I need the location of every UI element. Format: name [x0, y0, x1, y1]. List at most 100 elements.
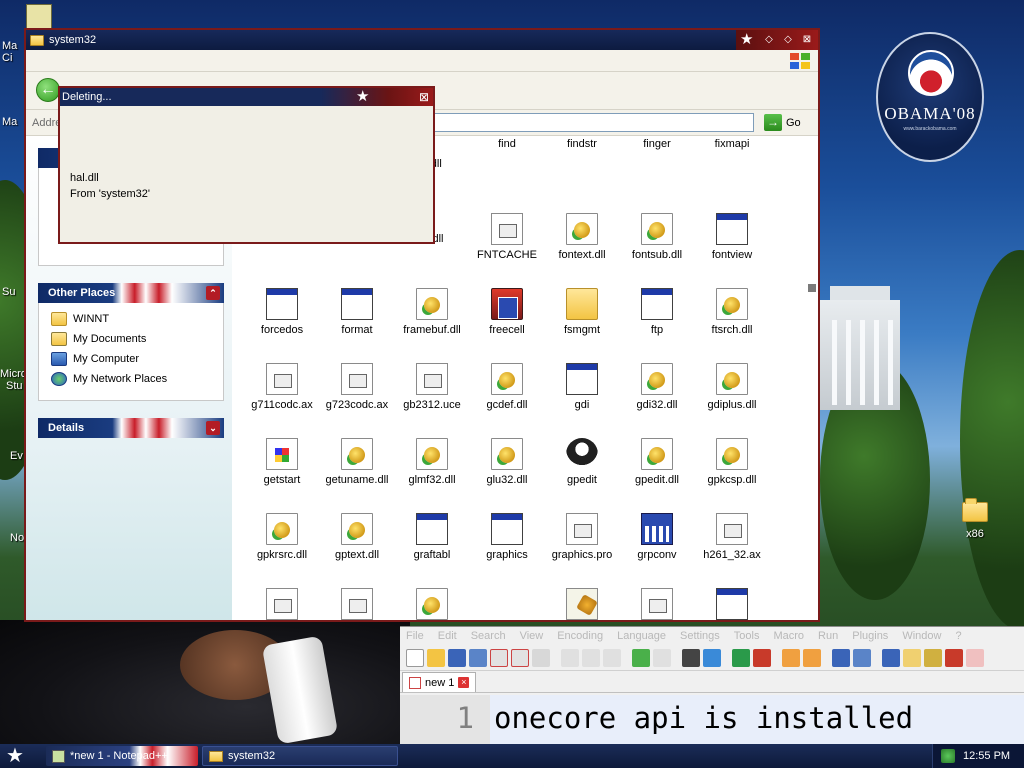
menu-search[interactable]: Search [471, 630, 506, 642]
taskbar-button-system32[interactable]: system32 [202, 746, 398, 766]
file-item[interactable]: g711codc.ax [244, 363, 320, 411]
place-my-computer[interactable]: My Computer [39, 349, 223, 369]
sync-h-icon[interactable] [803, 648, 821, 667]
file-item[interactable]: h323msp.dll [394, 588, 470, 620]
file-item[interactable]: help [694, 588, 770, 620]
network-icon[interactable] [941, 749, 955, 763]
paste-icon[interactable] [603, 648, 621, 667]
file-item[interactable]: hdwwiz [619, 588, 695, 620]
clock[interactable]: 12:55 PM [963, 750, 1010, 762]
desktop-icon-label-fragment[interactable]: Micro [0, 368, 27, 380]
file-item[interactable]: glmf32.dll [394, 438, 470, 486]
replace-icon[interactable] [703, 648, 721, 667]
zoom-in-icon[interactable] [732, 648, 750, 667]
close-button[interactable]: ⊠ [419, 88, 429, 106]
indent-guide-icon[interactable] [882, 648, 900, 667]
word-wrap-icon[interactable] [832, 648, 850, 667]
tab-new-1[interactable]: new 1 × [402, 672, 477, 692]
doc-map-icon[interactable] [924, 648, 942, 667]
new-file-icon[interactable] [406, 648, 424, 667]
desktop-icon-label-fragment[interactable]: Ci [2, 52, 12, 64]
sync-v-icon[interactable] [782, 648, 800, 667]
menu-edit[interactable]: Edit [438, 630, 457, 642]
menu-run[interactable]: Run [818, 630, 838, 642]
file-item[interactable]: find [469, 136, 545, 150]
place-my-documents[interactable]: My Documents [39, 329, 223, 349]
zoom-out-icon[interactable] [753, 648, 771, 667]
back-arrow-icon[interactable]: ← [36, 78, 60, 102]
menu-language[interactable]: Language [617, 630, 666, 642]
undo-icon[interactable] [632, 648, 650, 667]
find-icon[interactable] [682, 648, 700, 667]
menu-view[interactable]: View [520, 630, 544, 642]
editor-line-text[interactable]: onecore api is installed [490, 695, 1024, 745]
file-item[interactable]: grpconv [619, 513, 695, 561]
menu-file[interactable]: File [406, 630, 424, 642]
close-button[interactable]: ⊠ [799, 32, 815, 48]
explorer-titlebar[interactable]: system32 ★ ◇ ◇ ⊠ [26, 30, 818, 50]
desktop-icon-label-fragment[interactable]: Su [2, 286, 15, 298]
collapse-chevron-icon[interactable]: ⌃ [206, 286, 220, 300]
udl-icon[interactable] [903, 648, 921, 667]
cut-icon[interactable] [561, 648, 579, 667]
file-item[interactable]: fontsub.dll [619, 213, 695, 261]
file-item[interactable]: format [319, 288, 395, 336]
open-file-icon[interactable] [427, 648, 445, 667]
editor-area[interactable]: 1 onecore api is installed [400, 695, 1024, 745]
file-item[interactable]: ftp [619, 288, 695, 336]
file-item[interactable]: fontview [694, 213, 770, 261]
details-header[interactable]: Details ⌄ [38, 418, 224, 438]
menu-macro[interactable]: Macro [773, 630, 804, 642]
file-item[interactable]: gpkcsp.dll [694, 438, 770, 486]
desktop-icon-label-fragment[interactable]: Stu [6, 380, 23, 392]
file-item[interactable]: gdi32.dll [619, 363, 695, 411]
maximize-button[interactable]: ◇ [780, 32, 796, 48]
go-button[interactable]: → Go [764, 113, 812, 132]
file-item[interactable]: framebuf.dll [394, 288, 470, 336]
expand-chevron-icon[interactable]: ⌄ [206, 421, 220, 435]
file-item[interactable]: fsmgmt [544, 288, 620, 336]
menu-settings[interactable]: Settings [680, 630, 720, 642]
close-file-icon[interactable] [490, 648, 508, 667]
file-item[interactable]: h263_32.ax [244, 588, 320, 620]
file-item[interactable]: gcdef.dll [469, 363, 545, 411]
function-list-icon[interactable] [945, 648, 963, 667]
menu-help[interactable]: ? [955, 630, 961, 642]
print-icon[interactable] [532, 648, 550, 667]
file-item[interactable]: gpedit.dll [619, 438, 695, 486]
close-all-icon[interactable] [511, 648, 529, 667]
save-icon[interactable] [448, 648, 466, 667]
file-item[interactable]: glu32.dll [469, 438, 545, 486]
menu-window[interactable]: Window [902, 630, 941, 642]
file-item[interactable]: getuname.dll [319, 438, 395, 486]
file-item[interactable]: freecell [469, 288, 545, 336]
file-item[interactable]: gdiplus.dll [694, 363, 770, 411]
record-macro-icon[interactable] [966, 648, 984, 667]
file-item[interactable]: gptext.dll [319, 513, 395, 561]
file-item[interactable]: graftabl [394, 513, 470, 561]
file-item[interactable]: ftsrch.dll [694, 288, 770, 336]
file-item[interactable]: graphics.pro [544, 513, 620, 561]
file-item[interactable]: getstart [244, 438, 320, 486]
file-item[interactable]: h323 [319, 588, 395, 620]
show-all-chars-icon[interactable] [853, 648, 871, 667]
save-all-icon[interactable] [469, 648, 487, 667]
file-item[interactable]: fixmapi [694, 136, 770, 150]
file-item[interactable]: h261_32.ax [694, 513, 770, 561]
menu-tools[interactable]: Tools [734, 630, 760, 642]
desktop-icon-label-fragment[interactable]: Ma [2, 40, 17, 52]
start-button[interactable]: ★ [6, 745, 24, 767]
file-item[interactable]: gpedit [544, 438, 620, 486]
file-item[interactable]: findstr [544, 136, 620, 150]
menu-encoding[interactable]: Encoding [557, 630, 603, 642]
desktop-icon-label-fragment[interactable]: No [10, 532, 24, 544]
other-places-header[interactable]: Other Places ⌃ [38, 283, 224, 303]
file-item[interactable]: FNTCACHE [469, 213, 545, 261]
file-item[interactable]: forcedos [244, 288, 320, 336]
file-item[interactable]: finger [619, 136, 695, 150]
dialog-titlebar[interactable]: Deleting... ★ ⊠ [60, 88, 433, 106]
minimize-button[interactable]: ◇ [761, 32, 777, 48]
copy-icon[interactable] [582, 648, 600, 667]
file-item[interactable]: fontext.dll [544, 213, 620, 261]
file-item[interactable]: gpkrsrc.dll [244, 513, 320, 561]
